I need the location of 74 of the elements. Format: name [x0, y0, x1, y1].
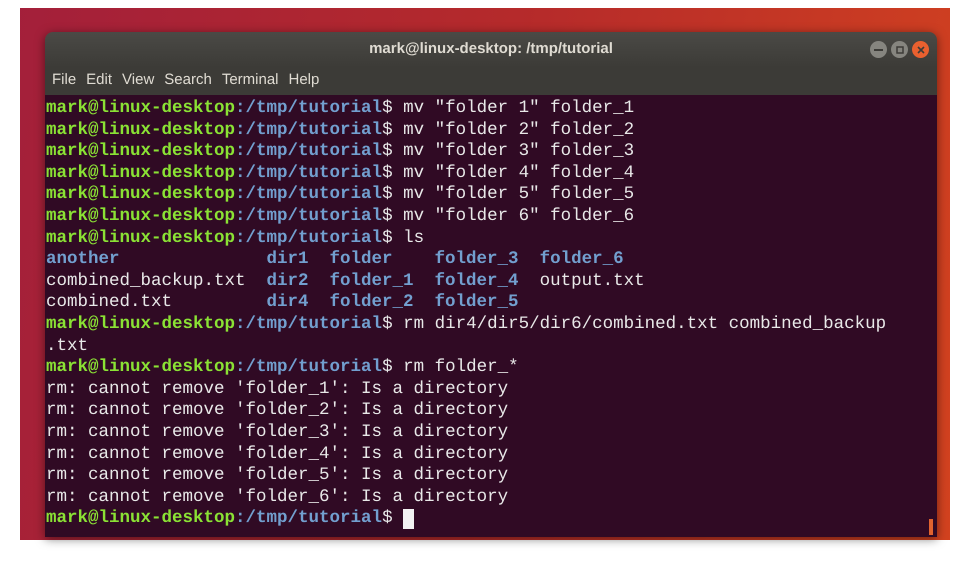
directory-name: dir4	[266, 292, 309, 312]
prompt-symbol: $	[382, 228, 393, 250]
directory-name: folder_4	[434, 270, 519, 291]
prompt-user-host: mark@linux-desktop	[46, 508, 236, 530]
directory-name: dir1	[266, 249, 309, 270]
directory-name: another	[46, 249, 120, 270]
prompt-user-host: mark@linux-desktop	[46, 120, 236, 142]
prompt-user-host: mark@linux-desktop	[46, 141, 236, 163]
prompt-user-host: mark@linux-desktop	[46, 184, 236, 206]
prompt-path: :/tmp/tutorial	[235, 228, 382, 250]
command-text: rm dir4/dir5/dir6/combined.txt combined_backup	[403, 314, 886, 336]
output-text: .txt	[46, 336, 88, 358]
close-icon	[916, 46, 924, 54]
output-text: rm: cannot remove 'folder_4': Is a directory	[46, 444, 508, 466]
prompt-path: :/tmp/tutorial	[235, 206, 382, 228]
prompt-path: :/tmp/tutorial	[235, 314, 382, 336]
file-name: combined.txt	[46, 292, 172, 312]
directory-name: folder_6	[540, 249, 624, 270]
command-text: mv "folder 3" folder_3	[403, 141, 634, 163]
directory-name: folder_1	[330, 270, 414, 291]
scrollbar-thumb	[929, 519, 933, 535]
command-text: rm folder_*	[403, 357, 519, 379]
minimize-icon	[874, 48, 883, 50]
prompt-symbol: $	[382, 120, 393, 142]
window-title: mark@linux-desktop: /tmp/tutorial	[369, 38, 613, 59]
output-text: rm: cannot remove 'folder_3': Is a directory	[46, 422, 508, 444]
menu-item[interactable]: File	[51, 69, 78, 92]
directory-name: dir2	[266, 270, 309, 291]
menu-item[interactable]: Help	[288, 69, 320, 92]
prompt-symbol: $	[382, 162, 393, 184]
command-text: mv "folder 5" folder_5	[403, 184, 634, 206]
menu-item[interactable]: Terminal	[220, 69, 280, 92]
prompt-symbol: $	[382, 357, 393, 379]
directory-name: folder_3	[434, 249, 519, 270]
prompt-user-host: mark@linux-desktop	[46, 228, 236, 250]
prompt-path: :/tmp/tutorial	[235, 141, 382, 163]
output-text: rm: cannot remove 'folder_5': Is a directory	[46, 465, 508, 487]
prompt-user-host: mark@linux-desktop	[46, 314, 236, 336]
output-text: rm: cannot remove 'folder_6': Is a directory	[46, 486, 508, 508]
prompt-path: :/tmp/tutorial	[235, 120, 382, 142]
prompt-path: :/tmp/tutorial	[235, 184, 382, 206]
menu-item[interactable]: Edit	[85, 69, 114, 92]
directory-name: folder_5	[434, 292, 519, 312]
file-name: output.txt	[540, 270, 645, 291]
prompt-path: :/tmp/tutorial	[235, 357, 382, 379]
directory-name: folder_2	[330, 292, 414, 312]
prompt-symbol: $	[382, 508, 393, 530]
command-text: mv "folder 2" folder_2	[403, 120, 634, 142]
prompt-user-host: mark@linux-desktop	[46, 206, 236, 228]
prompt-user-host: mark@linux-desktop	[46, 98, 236, 120]
menu-item[interactable]: View	[121, 69, 156, 92]
prompt-path: :/tmp/tutorial	[235, 508, 382, 530]
prompt-user-host: mark@linux-desktop	[46, 162, 236, 184]
command-text: ls	[403, 228, 424, 250]
menu-item[interactable]: Search	[163, 69, 213, 92]
output-text: rm: cannot remove 'folder_2': Is a directory	[46, 400, 508, 422]
prompt-symbol: $	[382, 206, 393, 228]
command-text: mv "folder 4" folder_4	[403, 162, 634, 184]
command-text: mv "folder 1" folder_1	[403, 98, 634, 120]
output-text: rm: cannot remove 'folder_1': Is a directory	[46, 378, 508, 400]
minimize-button[interactable]	[870, 41, 887, 58]
close-button[interactable]	[912, 41, 929, 58]
prompt-symbol: $	[382, 314, 393, 336]
prompt-symbol: $	[382, 141, 393, 163]
maximize-icon	[896, 46, 904, 54]
directory-name: folder	[330, 249, 393, 270]
prompt-symbol: $	[382, 98, 393, 120]
maximize-button[interactable]	[891, 41, 908, 58]
prompt-symbol: $	[382, 184, 393, 206]
prompt-path: :/tmp/tutorial	[235, 162, 382, 184]
prompt-path: :/tmp/tutorial	[235, 98, 382, 120]
prompt-user-host: mark@linux-desktop	[46, 357, 236, 379]
file-name: combined_backup.txt	[46, 270, 246, 291]
command-text: mv "folder 6" folder_6	[403, 206, 634, 228]
